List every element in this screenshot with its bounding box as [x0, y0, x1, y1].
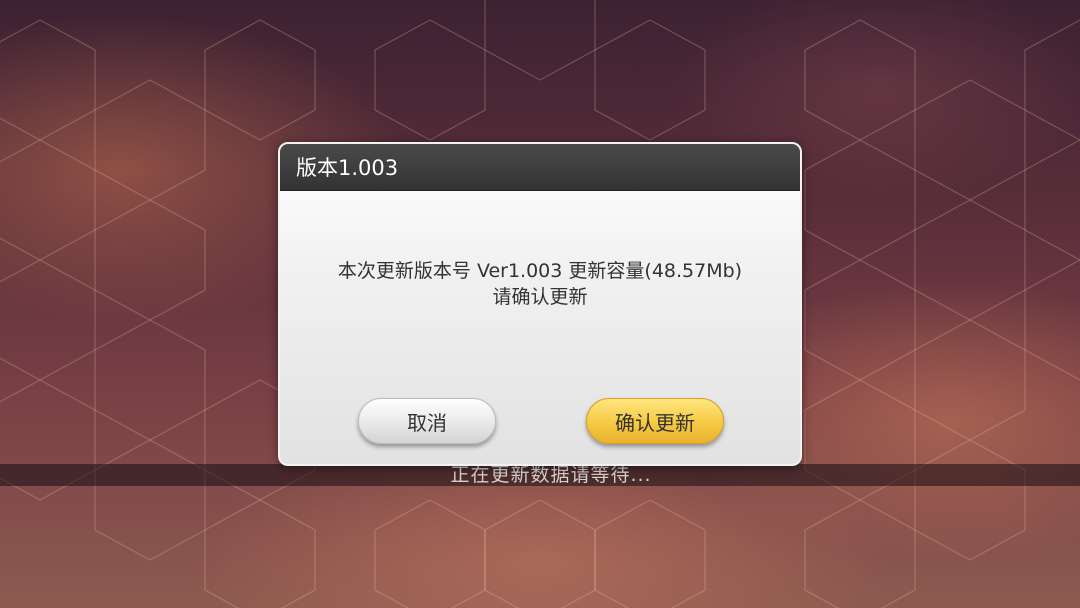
dialog-title: 版本1.003: [296, 156, 399, 180]
confirm-update-button[interactable]: 确认更新: [586, 398, 724, 444]
game-screen: 正在更新数据请等待... 版本1.003 本次更新版本号 Ver1.003 更新…: [0, 0, 1080, 608]
dialog-message: 本次更新版本号 Ver1.003 更新容量(48.57Mb) 请确认更新: [280, 258, 800, 310]
cancel-button[interactable]: 取消: [358, 398, 496, 444]
cancel-button-label: 取消: [407, 410, 447, 435]
update-confirm-dialog: 版本1.003 本次更新版本号 Ver1.003 更新容量(48.57Mb) 请…: [278, 142, 802, 466]
update-info-text: 本次更新版本号 Ver1.003 更新容量(48.57Mb): [337, 260, 743, 282]
confirm-prompt-text: 请确认更新: [492, 286, 588, 308]
confirm-update-button-label: 确认更新: [615, 410, 695, 435]
loading-status-text: 正在更新数据请等待...: [450, 464, 652, 486]
dialog-header: 版本1.003: [280, 144, 800, 191]
